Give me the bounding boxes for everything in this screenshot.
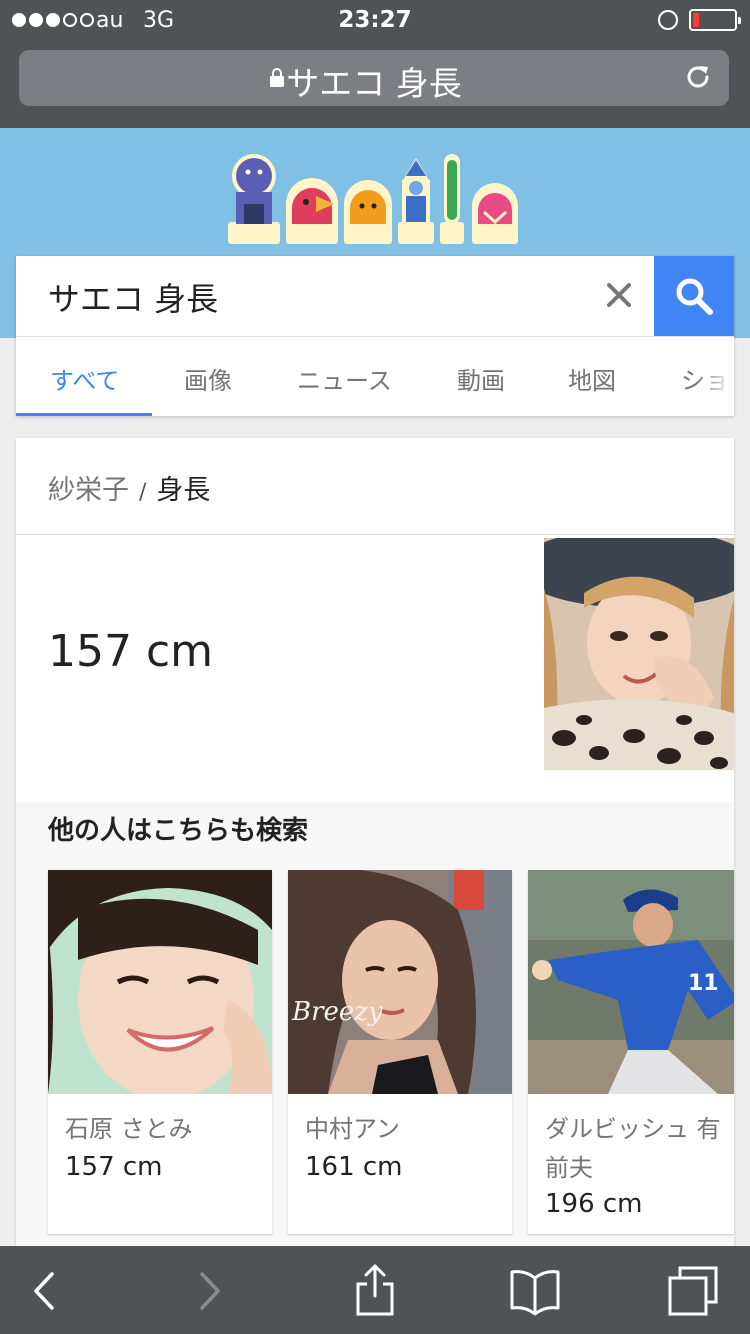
bookmarks-icon[interactable]	[508, 1264, 562, 1318]
alarm-icon	[658, 10, 678, 30]
person-photo: Breezy	[288, 870, 512, 1094]
person-photo: 11	[528, 870, 734, 1094]
person-name: 中村アン	[305, 1115, 401, 1143]
breadcrumb-separator: /	[139, 480, 147, 505]
svg-text:11: 11	[688, 971, 719, 996]
search-box: サエコ 身長 すべて 画像 ニュース 動画 地図 ショ	[16, 256, 734, 416]
browser-chrome: au 3G 23:27 サエコ 身長	[0, 0, 750, 128]
share-icon[interactable]	[348, 1264, 402, 1318]
tab-news[interactable]: ニュース	[297, 361, 392, 396]
tab-maps[interactable]: 地図	[568, 361, 616, 396]
browser-toolbar	[0, 1246, 750, 1334]
search-button[interactable]	[654, 256, 734, 336]
battery-icon	[689, 9, 741, 31]
clock: 23:27	[338, 7, 412, 33]
person-photo	[48, 870, 272, 1094]
answer-card: 紗栄子 / 身長 157 cm 他の人はこちらも検索 石原 さとみ 157 cm…	[16, 438, 734, 1246]
breadcrumb: 紗栄子 / 身長	[48, 468, 210, 507]
tabs-icon[interactable]	[666, 1264, 720, 1318]
divider	[16, 534, 734, 535]
address-bar[interactable]: サエコ 身長	[19, 50, 729, 106]
back-icon[interactable]	[16, 1264, 70, 1318]
person-height: 196 cm	[545, 1189, 643, 1219]
person-card[interactable]: 11 ダルビッシュ 有前夫 196 cm	[528, 870, 734, 1234]
entity-photo[interactable]	[544, 538, 734, 770]
people-also-search-section: 他の人はこちらも検索 石原 さとみ 157 cm Breezy 中村アン 161…	[16, 802, 734, 1246]
close-icon[interactable]	[604, 280, 634, 310]
person-height: 161 cm	[305, 1152, 403, 1182]
tab-all[interactable]: すべて	[50, 361, 119, 396]
attribute-label: 身長	[156, 475, 211, 506]
person-card[interactable]: Breezy 中村アン 161 cm	[288, 870, 512, 1234]
tab-videos[interactable]: 動画	[457, 361, 505, 396]
status-bar: au 3G 23:27	[0, 0, 750, 42]
entity-link[interactable]: 紗栄子	[48, 475, 129, 506]
person-height: 157 cm	[65, 1152, 163, 1182]
section-title: 他の人はこちらも検索	[48, 816, 309, 846]
search-tabs: すべて 画像 ニュース 動画 地図 ショ	[16, 336, 734, 416]
svg-text:Breezy: Breezy	[291, 997, 383, 1027]
forward-icon[interactable]	[184, 1264, 238, 1318]
active-tab-indicator	[16, 413, 152, 416]
address-text: サエコ 身長	[286, 64, 462, 103]
person-name: 石原 さとみ	[65, 1115, 193, 1143]
search-input[interactable]: サエコ 身長	[48, 274, 218, 320]
tab-images[interactable]: 画像	[184, 361, 232, 396]
search-icon	[676, 278, 713, 315]
person-card[interactable]: 石原 さとみ 157 cm	[48, 870, 272, 1234]
google-doodle-logo[interactable]	[222, 152, 522, 248]
person-name: ダルビッシュ 有前夫	[545, 1115, 721, 1182]
answer-value: 157 cm	[48, 626, 214, 677]
reload-icon[interactable]	[683, 62, 713, 92]
